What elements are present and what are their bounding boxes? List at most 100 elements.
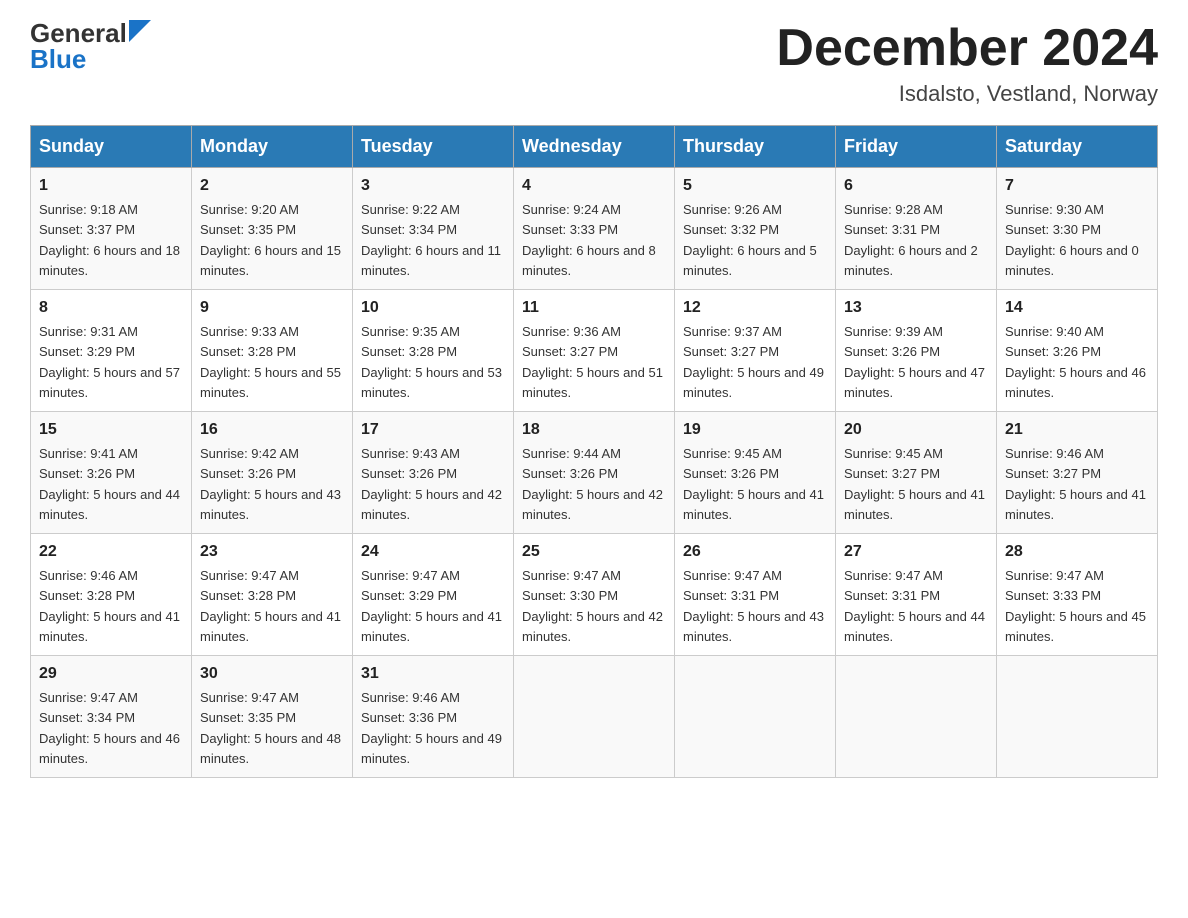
day-info: Sunrise: 9:46 AMSunset: 3:27 PMDaylight:… [1005, 446, 1146, 522]
day-number: 26 [683, 540, 827, 564]
day-number: 2 [200, 174, 344, 198]
table-row: 15 Sunrise: 9:41 AMSunset: 3:26 PMDaylig… [31, 412, 192, 534]
day-info: Sunrise: 9:33 AMSunset: 3:28 PMDaylight:… [200, 324, 341, 400]
logo-blue-text: Blue [30, 46, 86, 72]
day-number: 29 [39, 662, 183, 686]
table-row: 29 Sunrise: 9:47 AMSunset: 3:34 PMDaylig… [31, 656, 192, 778]
day-number: 5 [683, 174, 827, 198]
week-row-1: 1 Sunrise: 9:18 AMSunset: 3:37 PMDayligh… [31, 168, 1158, 290]
day-info: Sunrise: 9:43 AMSunset: 3:26 PMDaylight:… [361, 446, 502, 522]
table-row [514, 656, 675, 778]
day-info: Sunrise: 9:39 AMSunset: 3:26 PMDaylight:… [844, 324, 985, 400]
table-row: 3 Sunrise: 9:22 AMSunset: 3:34 PMDayligh… [353, 168, 514, 290]
day-number: 12 [683, 296, 827, 320]
calendar-title: December 2024 [776, 20, 1158, 77]
day-info: Sunrise: 9:18 AMSunset: 3:37 PMDaylight:… [39, 202, 180, 278]
day-info: Sunrise: 9:30 AMSunset: 3:30 PMDaylight:… [1005, 202, 1139, 278]
day-number: 16 [200, 418, 344, 442]
table-row: 17 Sunrise: 9:43 AMSunset: 3:26 PMDaylig… [353, 412, 514, 534]
table-row [675, 656, 836, 778]
day-number: 19 [683, 418, 827, 442]
day-number: 10 [361, 296, 505, 320]
week-row-2: 8 Sunrise: 9:31 AMSunset: 3:29 PMDayligh… [31, 290, 1158, 412]
week-row-5: 29 Sunrise: 9:47 AMSunset: 3:34 PMDaylig… [31, 656, 1158, 778]
table-row: 21 Sunrise: 9:46 AMSunset: 3:27 PMDaylig… [997, 412, 1158, 534]
day-number: 22 [39, 540, 183, 564]
page-header: General Blue December 2024 Isdalsto, Ves… [30, 20, 1158, 107]
day-number: 1 [39, 174, 183, 198]
day-number: 13 [844, 296, 988, 320]
logo-triangle-icon [129, 20, 151, 42]
day-info: Sunrise: 9:47 AMSunset: 3:33 PMDaylight:… [1005, 568, 1146, 644]
table-row [997, 656, 1158, 778]
calendar-table: Sunday Monday Tuesday Wednesday Thursday… [30, 125, 1158, 778]
day-number: 20 [844, 418, 988, 442]
header-wednesday: Wednesday [514, 126, 675, 168]
day-info: Sunrise: 9:42 AMSunset: 3:26 PMDaylight:… [200, 446, 341, 522]
day-info: Sunrise: 9:35 AMSunset: 3:28 PMDaylight:… [361, 324, 502, 400]
table-row: 1 Sunrise: 9:18 AMSunset: 3:37 PMDayligh… [31, 168, 192, 290]
day-info: Sunrise: 9:47 AMSunset: 3:34 PMDaylight:… [39, 690, 180, 766]
header-saturday: Saturday [997, 126, 1158, 168]
day-number: 25 [522, 540, 666, 564]
day-info: Sunrise: 9:45 AMSunset: 3:26 PMDaylight:… [683, 446, 824, 522]
week-row-4: 22 Sunrise: 9:46 AMSunset: 3:28 PMDaylig… [31, 534, 1158, 656]
day-info: Sunrise: 9:47 AMSunset: 3:29 PMDaylight:… [361, 568, 502, 644]
header-monday: Monday [192, 126, 353, 168]
week-row-3: 15 Sunrise: 9:41 AMSunset: 3:26 PMDaylig… [31, 412, 1158, 534]
day-info: Sunrise: 9:46 AMSunset: 3:36 PMDaylight:… [361, 690, 502, 766]
day-number: 4 [522, 174, 666, 198]
day-info: Sunrise: 9:40 AMSunset: 3:26 PMDaylight:… [1005, 324, 1146, 400]
table-row: 18 Sunrise: 9:44 AMSunset: 3:26 PMDaylig… [514, 412, 675, 534]
logo-general-text: General [30, 20, 127, 46]
day-number: 8 [39, 296, 183, 320]
header-thursday: Thursday [675, 126, 836, 168]
day-number: 6 [844, 174, 988, 198]
table-row: 25 Sunrise: 9:47 AMSunset: 3:30 PMDaylig… [514, 534, 675, 656]
day-info: Sunrise: 9:46 AMSunset: 3:28 PMDaylight:… [39, 568, 180, 644]
day-number: 21 [1005, 418, 1149, 442]
weekday-header-row: Sunday Monday Tuesday Wednesday Thursday… [31, 126, 1158, 168]
day-number: 15 [39, 418, 183, 442]
table-row: 7 Sunrise: 9:30 AMSunset: 3:30 PMDayligh… [997, 168, 1158, 290]
day-info: Sunrise: 9:31 AMSunset: 3:29 PMDaylight:… [39, 324, 180, 400]
day-number: 24 [361, 540, 505, 564]
day-info: Sunrise: 9:47 AMSunset: 3:28 PMDaylight:… [200, 568, 341, 644]
table-row [836, 656, 997, 778]
table-row: 14 Sunrise: 9:40 AMSunset: 3:26 PMDaylig… [997, 290, 1158, 412]
table-row: 6 Sunrise: 9:28 AMSunset: 3:31 PMDayligh… [836, 168, 997, 290]
table-row: 8 Sunrise: 9:31 AMSunset: 3:29 PMDayligh… [31, 290, 192, 412]
header-sunday: Sunday [31, 126, 192, 168]
table-row: 12 Sunrise: 9:37 AMSunset: 3:27 PMDaylig… [675, 290, 836, 412]
day-info: Sunrise: 9:45 AMSunset: 3:27 PMDaylight:… [844, 446, 985, 522]
day-info: Sunrise: 9:47 AMSunset: 3:35 PMDaylight:… [200, 690, 341, 766]
day-info: Sunrise: 9:36 AMSunset: 3:27 PMDaylight:… [522, 324, 663, 400]
day-number: 18 [522, 418, 666, 442]
day-number: 11 [522, 296, 666, 320]
header-friday: Friday [836, 126, 997, 168]
day-number: 28 [1005, 540, 1149, 564]
table-row: 30 Sunrise: 9:47 AMSunset: 3:35 PMDaylig… [192, 656, 353, 778]
day-info: Sunrise: 9:28 AMSunset: 3:31 PMDaylight:… [844, 202, 978, 278]
day-info: Sunrise: 9:26 AMSunset: 3:32 PMDaylight:… [683, 202, 817, 278]
table-row: 26 Sunrise: 9:47 AMSunset: 3:31 PMDaylig… [675, 534, 836, 656]
day-info: Sunrise: 9:47 AMSunset: 3:31 PMDaylight:… [683, 568, 824, 644]
day-info: Sunrise: 9:47 AMSunset: 3:31 PMDaylight:… [844, 568, 985, 644]
day-number: 27 [844, 540, 988, 564]
day-number: 17 [361, 418, 505, 442]
day-number: 23 [200, 540, 344, 564]
table-row: 13 Sunrise: 9:39 AMSunset: 3:26 PMDaylig… [836, 290, 997, 412]
day-number: 3 [361, 174, 505, 198]
logo: General Blue [30, 20, 151, 72]
day-number: 14 [1005, 296, 1149, 320]
title-block: December 2024 Isdalsto, Vestland, Norway [776, 20, 1158, 107]
table-row: 27 Sunrise: 9:47 AMSunset: 3:31 PMDaylig… [836, 534, 997, 656]
table-row: 24 Sunrise: 9:47 AMSunset: 3:29 PMDaylig… [353, 534, 514, 656]
day-number: 30 [200, 662, 344, 686]
table-row: 10 Sunrise: 9:35 AMSunset: 3:28 PMDaylig… [353, 290, 514, 412]
table-row: 11 Sunrise: 9:36 AMSunset: 3:27 PMDaylig… [514, 290, 675, 412]
day-info: Sunrise: 9:44 AMSunset: 3:26 PMDaylight:… [522, 446, 663, 522]
table-row: 22 Sunrise: 9:46 AMSunset: 3:28 PMDaylig… [31, 534, 192, 656]
day-number: 7 [1005, 174, 1149, 198]
table-row: 2 Sunrise: 9:20 AMSunset: 3:35 PMDayligh… [192, 168, 353, 290]
